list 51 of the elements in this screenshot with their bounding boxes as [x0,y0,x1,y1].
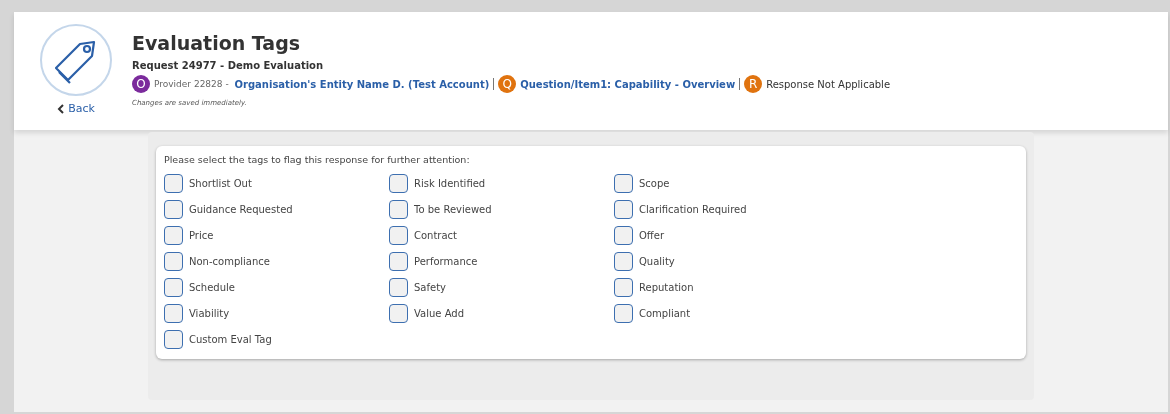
tag-label: Reputation [639,282,694,293]
checkbox[interactable] [389,200,408,219]
tag-label: Quality [639,256,675,267]
tag-label: Custom Eval Tag [189,334,272,345]
tag-label: Compliant [639,308,691,319]
checkbox[interactable] [389,252,408,271]
checkbox[interactable] [614,174,633,193]
checkbox[interactable] [389,226,408,245]
tag-label: Clarification Required [639,204,747,215]
tag-label: Offer [639,230,665,241]
breadcrumb-link[interactable]: Question/Item1: Capability - Overview [520,78,736,90]
checkbox[interactable] [614,278,633,297]
checkbox[interactable] [164,226,183,245]
letter-badge: O [132,75,150,93]
provider-label: Provider 22828 - [154,79,230,89]
letter-badge: R [744,75,763,93]
tag-label: Shortlist Out [189,178,252,189]
breadcrumb-text: Response Not Applicable [766,78,891,90]
checkbox[interactable] [164,200,183,219]
chevron-icon [57,103,65,114]
tag-label: To be Reviewed [414,204,492,215]
checkbox[interactable] [614,304,633,323]
letter-badge: Q [498,75,517,93]
back-link[interactable]: Back [57,102,95,115]
tag-label: Guidance Requested [189,204,293,215]
checkbox[interactable] [164,252,183,271]
tag-label: Scope [639,178,670,189]
breadcrumb-link[interactable]: Organisation's Entity Name D. (Test Account) [234,78,490,90]
tag-label: Price [189,230,214,241]
tag-label: Viability [189,308,230,319]
checkbox[interactable] [614,252,633,271]
checkbox[interactable] [164,174,183,193]
page-title: Evaluation Tags [132,32,302,54]
request-subtitle: Request 24977 - Demo Evaluation [132,60,325,71]
checkbox[interactable] [614,200,633,219]
checkbox[interactable] [164,278,183,297]
tag-label: Contract [414,230,458,241]
checkbox[interactable] [614,226,633,245]
tag-label: Safety [414,282,446,293]
tag-label: Schedule [189,282,235,293]
checkbox[interactable] [389,278,408,297]
checkbox[interactable] [389,174,408,193]
tag-label: Value Add [414,308,464,319]
tag-icon [40,24,112,96]
tag-label: Non-compliance [189,256,270,267]
checkbox[interactable] [164,330,183,349]
checkbox[interactable] [164,304,183,323]
tag-label: Performance [414,256,478,267]
tag-label: Risk Identified [414,178,486,189]
checkbox[interactable] [389,304,408,323]
instruction-text: Please select the tags to flag this response for further attention: [164,154,471,165]
